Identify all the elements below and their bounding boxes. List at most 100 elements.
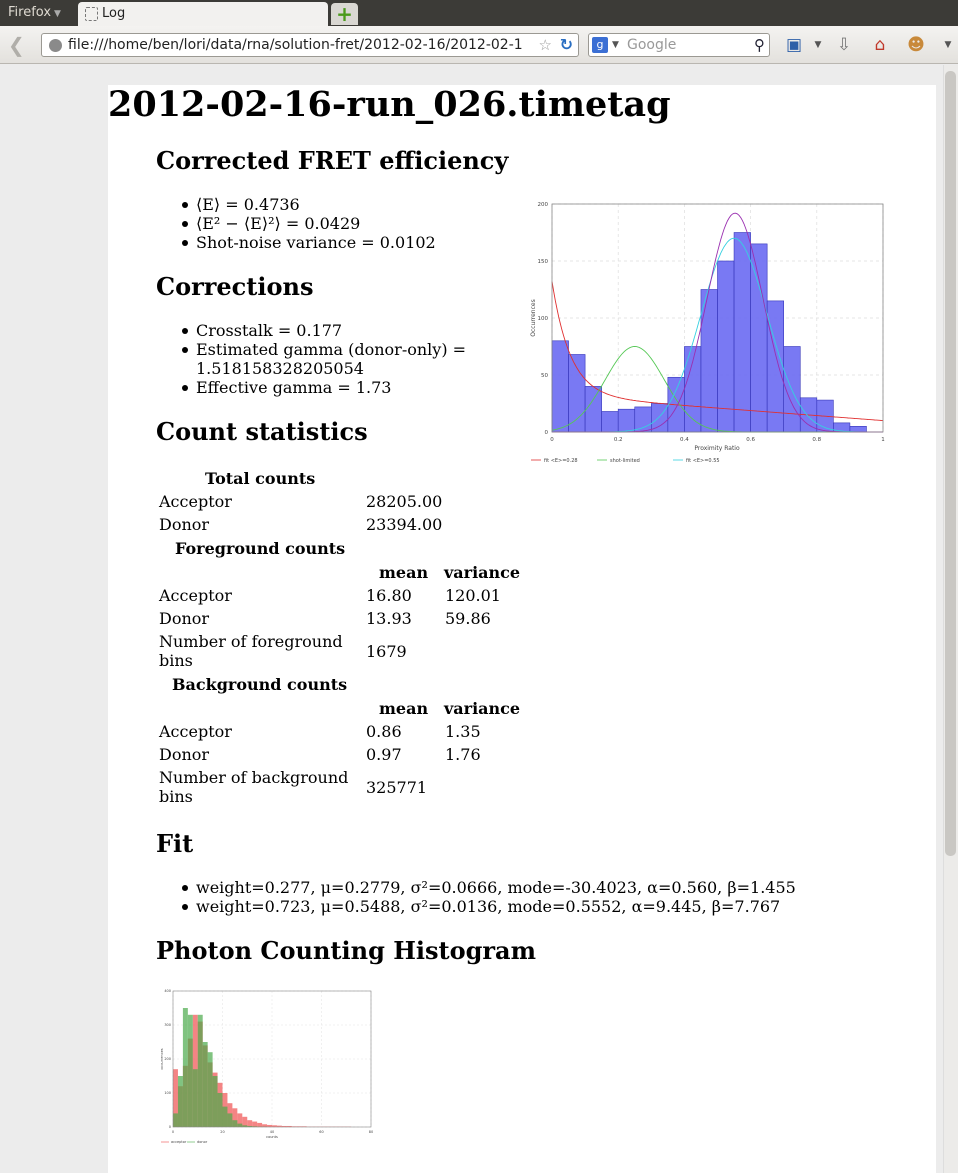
chart-bars [173,1008,352,1127]
list-item: weight=0.723, μ=0.5488, σ²=0.0136, mode=… [182,897,796,916]
histogram-bar [197,1014,203,1127]
histogram-bar [733,232,751,433]
histogram-bar [717,260,735,433]
column-header: mean [379,563,429,582]
chevron-down-icon[interactable]: ▼ [612,34,619,56]
table-cell: Donor [159,515,210,534]
y-tick-label: 100 [538,316,549,322]
histogram-bar [237,1123,243,1127]
url-text: file:///home/ben/lori/data/rna/solution-… [68,37,523,53]
x-axis-label: Proximity Ratio [694,445,740,452]
histogram-bar [182,1008,188,1127]
reload-icon[interactable]: ↻ [560,34,573,56]
legend-label: acceptor [171,1140,187,1144]
legend-label: fit <E>=0.55 [686,458,720,464]
list-item: Effective gamma = 1.73 [181,378,466,397]
histogram-bar [192,1069,198,1127]
pch-histogram-chart: 0 20 40 60 80 0 100 200 300 400 counts occurrence… [160,989,373,1144]
x-tick-label: 0.4 [680,437,689,443]
page-icon [85,7,98,21]
y-tick-label: 0 [169,1125,171,1129]
histogram-bar [601,411,619,433]
fit-list: weight=0.277, μ=0.2779, σ²=0.0666, mode=… [182,878,796,916]
histogram-bar [651,403,669,433]
histogram-bar [207,1052,213,1127]
table-cell: 13.93 [366,609,412,628]
legend-label: shot-limited [610,458,640,464]
fret-list: ⟨E⟩ = 0.4736 ⟨E² − ⟨E⟩²⟩ = 0.0429 Shot-n… [182,195,436,252]
fit-heading: Fit [156,829,194,858]
x-tick-label: 0 [172,1130,174,1134]
x-tick-label: 20 [220,1130,224,1134]
download-icon[interactable]: ⇩ [832,34,856,56]
chevron-down-icon[interactable]: ▼ [806,34,830,56]
firefox-menu-button[interactable]: Firefox ▼ [0,0,74,26]
count-statistics-heading: Count statistics [156,417,368,446]
y-axis-label: occurrences [160,1048,164,1069]
url-bar[interactable]: file:///home/ben/lori/data/rna/solution-… [41,33,579,57]
table-cell: 1.76 [445,745,481,764]
scrollbar-thumb[interactable] [945,71,956,856]
table-cell: Number of foreground [159,632,343,651]
back-button[interactable]: ❮ [8,34,30,56]
tab-bar: Firefox ▼ Log + [0,0,958,26]
google-icon[interactable]: g [592,37,608,53]
greasemonkey-icon[interactable]: ☻ [904,34,928,56]
foreground-counts-caption: Foreground counts [175,539,346,558]
histogram-bar [849,426,867,433]
column-header: variance [444,563,521,582]
y-tick-label: 200 [164,1057,171,1061]
histogram-bar [634,406,652,433]
tab-log[interactable]: Log [78,2,328,26]
chart-bars [551,232,867,433]
histogram-bar [257,1122,263,1127]
histogram-bar [700,289,718,433]
x-tick-label: 0.2 [614,437,623,443]
new-tab-button[interactable]: + [331,3,358,25]
list-item: weight=0.277, μ=0.2779, σ²=0.0666, mode=… [182,878,796,897]
x-axis-label: counts [266,1135,278,1139]
list-item: ⟨E⟩ = 0.4736 [182,195,436,214]
navigation-toolbar: ❮ file:///home/ben/lori/data/rna/solutio… [0,26,958,64]
legend-label: donor [197,1140,208,1144]
page-title: 2012-02-16-run_026.timetag [108,84,671,125]
y-tick-label: 100 [164,1091,171,1095]
table-cell: 1679 [366,642,407,661]
table-cell: 28205.00 [366,492,443,511]
firefox-menu-label: Firefox [8,5,52,20]
fret-histogram-chart: 0 0.2 0.4 0.6 0.8 1 0 50 100 150 200 Proximity Rat… [530,202,885,464]
histogram-bar [568,354,586,433]
corrections-heading: Corrections [156,272,314,301]
histogram-bar [617,408,636,433]
corrections-list: Crosstalk = 0.177 Estimated gamma (donor… [181,321,467,397]
search-box[interactable]: g ▼ Google ⚲ [588,33,770,57]
x-tick-label: 60 [319,1130,323,1134]
search-icon[interactable]: ⚲ [754,34,765,56]
x-tick-label: 0 [550,437,554,443]
table-cell: bins [159,787,193,806]
table-cell: 16.80 [366,586,412,605]
histogram-bar [551,340,569,433]
tab-title: Log [102,6,126,21]
x-tick-label: 1 [881,437,885,443]
histogram-bar [247,1120,253,1127]
y-tick-label: 400 [164,989,171,993]
chevron-down-icon: ▼ [54,9,61,19]
histogram-bar [222,1106,228,1127]
home-icon[interactable]: ⌂ [868,34,892,56]
fret-heading: Corrected FRET efficiency [156,146,509,175]
list-item: Shot-noise variance = 0.0102 [182,233,436,252]
table-cell: 1.35 [445,722,481,741]
histogram-bar [187,1014,193,1127]
table-cell: 325771 [366,778,428,797]
table-cell: Donor [159,745,210,764]
histogram-bar [232,1120,238,1127]
bookmark-star-icon[interactable]: ☆ [539,34,552,56]
chevron-down-icon[interactable]: ▼ [936,34,958,56]
histogram-bar [173,1113,178,1127]
list-item-line: Estimated gamma (donor-only) = [196,340,467,359]
histogram-bar [750,243,768,433]
background-counts-caption: Background counts [172,675,348,694]
x-tick-label: 80 [369,1130,373,1134]
bookmarks-icon[interactable]: ▣ [782,34,806,56]
